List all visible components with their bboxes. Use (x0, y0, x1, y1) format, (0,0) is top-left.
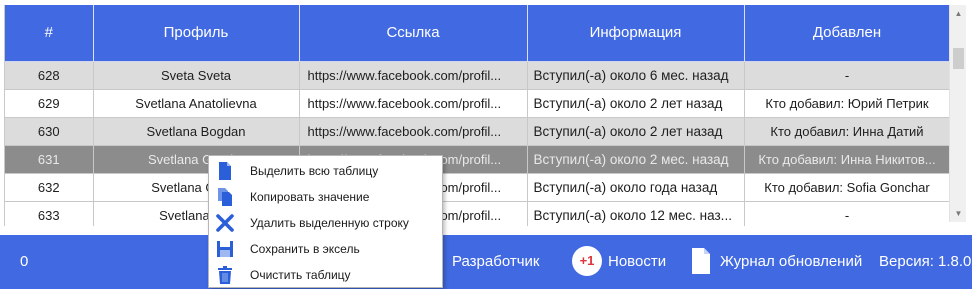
column-header-profile[interactable]: Профиль (93, 5, 300, 62)
cell-number[interactable]: 629 (5, 89, 94, 118)
cell-number[interactable]: 630 (5, 117, 94, 146)
cell-added[interactable]: Кто добавил: Юрий Петрик (744, 89, 949, 118)
cell-profile[interactable]: Svetlana Bogdan (93, 117, 300, 146)
menu-item-label: Копировать значение (250, 190, 370, 204)
cell-profile[interactable]: Sveta Sveta (93, 61, 300, 90)
cell-info[interactable]: Вступил(-а) около года назад (527, 173, 745, 202)
cell-info[interactable]: Вступил(-а) около 2 мес. назад (527, 145, 745, 174)
profiles-table: # Профиль Ссылка Информация Добавлен 628… (4, 5, 949, 226)
cell-number[interactable]: 628 (5, 61, 94, 90)
scroll-thumb[interactable] (953, 48, 964, 69)
status-bar: 0 Разработчик +1 Новости Журнал обновлен… (0, 235, 972, 289)
table-row[interactable]: 632 Svetlana Gau... https://www.facebook… (5, 173, 949, 202)
context-menu: Выделить всю таблицу Копировать значение… (208, 155, 443, 288)
cell-profile[interactable]: Svetlana Anatolievna (93, 89, 300, 118)
document-icon (215, 161, 235, 181)
cell-info[interactable]: Вступил(-а) около 6 мес. назад (527, 61, 745, 90)
copy-icon (215, 187, 235, 207)
save-icon (215, 239, 235, 259)
cell-link[interactable]: https://www.facebook.com/profil... (299, 61, 528, 90)
menu-item-label: Сохранить в эксель (250, 242, 360, 256)
cell-added[interactable]: Кто добавил: Инна Датий (744, 117, 949, 146)
cell-number[interactable]: 633 (5, 201, 94, 226)
record-count: 0 (20, 253, 29, 270)
trash-icon (215, 265, 235, 285)
table-row[interactable]: 633 Svetlana K... https://www.facebook.c… (5, 201, 949, 226)
table-header-row: # Профиль Ссылка Информация Добавлен (5, 5, 949, 62)
vertical-scrollbar[interactable]: ▲ ▼ (949, 5, 966, 222)
cell-added[interactable]: - (744, 61, 949, 90)
menu-item-label: Очистить таблицу (250, 268, 351, 282)
scroll-up-arrow-icon[interactable]: ▲ (950, 5, 967, 22)
delete-x-icon (215, 213, 235, 233)
menu-item-delete-row[interactable]: Удалить выделенную строку (209, 210, 442, 236)
menu-item-copy-value[interactable]: Копировать значение (209, 184, 442, 210)
table-row[interactable]: 630 Svetlana Bogdan https://www.facebook… (5, 117, 949, 146)
scroll-down-arrow-icon[interactable]: ▼ (950, 205, 967, 222)
cell-info[interactable]: Вступил(-а) около 12 мес. наз... (527, 201, 745, 226)
column-header-added[interactable]: Добавлен (744, 5, 949, 62)
menu-item-save-excel[interactable]: Сохранить в эксель (209, 236, 442, 262)
developer-link[interactable]: Разработчик (452, 253, 539, 270)
news-link[interactable]: Новости (608, 253, 666, 270)
cell-info[interactable]: Вступил(-а) около 2 лет назад (527, 117, 745, 146)
menu-item-select-all[interactable]: Выделить всю таблицу (209, 158, 442, 184)
cell-link[interactable]: https://www.facebook.com/profil... (299, 89, 528, 118)
menu-item-label: Выделить всю таблицу (250, 164, 379, 178)
menu-item-label: Удалить выделенную строку (250, 216, 409, 230)
column-header-number[interactable]: # (5, 5, 94, 62)
menu-item-clear-table[interactable]: Очистить таблицу (209, 262, 442, 288)
cell-info[interactable]: Вступил(-а) около 2 лет назад (527, 89, 745, 118)
version-label: Версия: 1.8.0 (879, 253, 972, 270)
changelog-link[interactable]: Журнал обновлений (720, 253, 862, 270)
cell-added[interactable]: Кто добавил: Sofia Gonchar (744, 173, 949, 202)
table-row[interactable]: 629 Svetlana Anatolievna https://www.fac… (5, 89, 949, 118)
cell-number[interactable]: 631 (5, 145, 94, 174)
cell-link[interactable]: https://www.facebook.com/profil... (299, 117, 528, 146)
cell-added[interactable]: Кто добавил: Инна Никитов... (744, 145, 949, 174)
column-header-link[interactable]: Ссылка (299, 5, 528, 62)
cell-number[interactable]: 632 (5, 173, 94, 202)
table-row-selected[interactable]: 631 Svetlana Gavri... https://www.facebo… (5, 145, 949, 174)
changelog-document-icon[interactable] (690, 247, 712, 280)
cell-added[interactable]: - (744, 201, 949, 226)
table-row[interactable]: 628 Sveta Sveta https://www.facebook.com… (5, 61, 949, 90)
column-header-info[interactable]: Информация (527, 5, 745, 62)
news-badge-icon[interactable]: +1 (572, 246, 602, 276)
